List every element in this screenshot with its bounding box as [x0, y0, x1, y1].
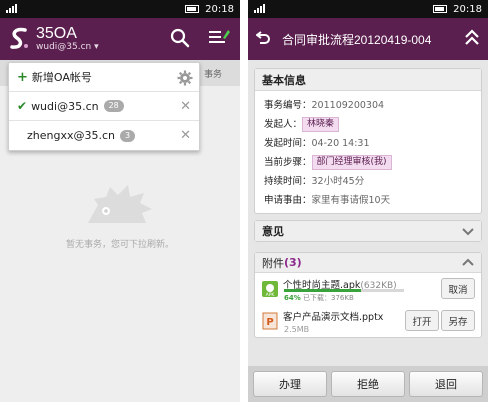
- unread-count-badge: 3: [120, 129, 136, 142]
- status-bar: 20:18: [248, 0, 488, 18]
- info-row: 发起时间： 04-20 14:31: [264, 134, 472, 153]
- pptx-file-icon: P: [261, 312, 279, 330]
- info-value: 201109200304: [311, 100, 385, 111]
- attachments-card: 附件 (3) APK 个性时尚主题.apk(632KB) 64% 已下载：376K…: [254, 252, 482, 338]
- close-icon[interactable]: ✕: [180, 99, 191, 114]
- signal-icon: [6, 4, 17, 13]
- attachment-filename: 客户产品演示文档.pptx: [283, 312, 384, 323]
- current-account: wudi@35.cn: [36, 41, 92, 52]
- apk-file-icon: APK: [261, 280, 279, 298]
- info-label: 发起时间：: [264, 138, 312, 149]
- account-switcher[interactable]: 35OA wudi@35.cn ▾: [36, 25, 99, 52]
- cancel-download-button[interactable]: 取消: [441, 278, 475, 299]
- chevron-up-icon[interactable]: [462, 258, 474, 271]
- chevron-down-icon[interactable]: [462, 226, 474, 239]
- account-email: zhengxx@35.cn: [27, 129, 115, 142]
- basic-info-heading: 基本信息: [255, 69, 481, 91]
- battery-icon: [185, 5, 200, 13]
- progress-percent: 64%: [284, 294, 301, 302]
- opinion-heading: 意见: [262, 225, 284, 238]
- info-label: 发起人：: [264, 119, 303, 130]
- app-header: 35OA wudi@35.cn ▾: [0, 18, 240, 60]
- info-value: 32小时45分: [311, 176, 365, 187]
- status-time: 20:18: [453, 3, 482, 15]
- info-label: 事务编号：: [264, 100, 312, 111]
- info-label: 持续时间：: [264, 176, 312, 187]
- add-account-item[interactable]: + 新增OA帐号: [9, 63, 199, 92]
- collapse-all-icon[interactable]: [464, 29, 480, 51]
- initiator-tag[interactable]: 林晓秦: [302, 117, 340, 132]
- screenshot-root: 20:18 35OA wudi@35.cn ▾ 事务 暂无事务，您可下拉刷新。 …: [0, 0, 488, 402]
- left-screen: 20:18 35OA wudi@35.cn ▾ 事务 暂无事务，您可下拉刷新。 …: [0, 0, 240, 402]
- download-progress-text: 64% 已下载：376KB: [284, 293, 354, 303]
- account-dropdown: + 新增OA帐号 ✔ wudi@35.cn 28 ✕ zhengxx@35.cn…: [8, 62, 200, 151]
- open-button[interactable]: 打开: [405, 310, 439, 331]
- attachment-size: 2.5MB: [284, 325, 310, 334]
- attachment-item[interactable]: P 客户产品演示文档.pptx 2.5MB 打开 另存: [255, 305, 481, 337]
- info-label: 申请事由：: [264, 195, 312, 206]
- close-icon[interactable]: ✕: [180, 128, 191, 143]
- info-label: 当前步骤：: [264, 157, 312, 168]
- info-row: 持续时间： 32小时45分: [264, 172, 472, 191]
- add-account-label: 新增OA帐号: [31, 71, 92, 84]
- back-arrow-icon[interactable]: [255, 30, 270, 48]
- page-title: 合同审批流程20120419-004: [282, 32, 432, 47]
- opinion-heading-row: 意见: [255, 221, 481, 241]
- attachments-heading: 附件: [262, 256, 284, 270]
- right-screen: 20:18 合同审批流程20120419-004 基本信息 事务编号： 20110…: [248, 0, 488, 402]
- info-value: 家里有事请假10天: [311, 195, 391, 206]
- download-progress-fill: [284, 289, 361, 292]
- unread-count-badge: 28: [103, 100, 124, 112]
- return-button[interactable]: 退回: [409, 371, 483, 397]
- downloaded-amount: 已下载：376KB: [303, 294, 354, 302]
- info-value: 04-20 14:31: [311, 138, 370, 149]
- status-bar: 20:18: [0, 0, 240, 18]
- account-item[interactable]: ✔ wudi@35.cn 28 ✕: [9, 92, 199, 121]
- reject-button[interactable]: 拒绝: [331, 371, 405, 397]
- signal-icon: [254, 4, 265, 13]
- attachment-item[interactable]: APK 个性时尚主题.apk(632KB) 64% 已下载：376KB 取消: [255, 273, 481, 305]
- empty-state-text: 暂无事务，您可下拉刷新。: [65, 240, 174, 250]
- plus-icon: +: [17, 69, 28, 85]
- attachments-heading-row: 附件 (3): [255, 253, 481, 273]
- account-item[interactable]: zhengxx@35.cn 3 ✕: [9, 121, 199, 150]
- account-email: wudi@35.cn: [31, 99, 99, 113]
- detail-header: 合同审批流程20120419-004: [248, 18, 488, 60]
- info-row: 事务编号： 201109200304: [264, 96, 472, 115]
- attachments-count: (3): [284, 256, 302, 269]
- battery-icon: [433, 5, 448, 13]
- chevron-down-icon: ▾: [94, 41, 99, 52]
- status-time: 20:18: [205, 3, 234, 15]
- svg-text:P: P: [266, 317, 273, 328]
- info-row: 当前步骤： 部门经理审核(我): [264, 153, 472, 172]
- compose-icon[interactable]: [208, 28, 230, 52]
- checkmark-icon: ✔: [17, 99, 28, 113]
- opinion-card[interactable]: 意见: [254, 220, 482, 242]
- action-bar: 办理 拒绝 退回: [248, 366, 488, 402]
- current-step-tag[interactable]: 部门经理审核(我): [311, 155, 392, 170]
- basic-info-card: 基本信息 事务编号： 201109200304 发起人： 林晓秦 发起时间： 04-2…: [254, 68, 482, 214]
- info-row: 发起人： 林晓秦: [264, 115, 472, 134]
- gear-icon[interactable]: [177, 70, 193, 89]
- tab-affairs[interactable]: 事务: [204, 67, 222, 80]
- svg-text:APK: APK: [266, 292, 276, 298]
- app-title: 35OA: [36, 25, 77, 43]
- download-progress-bar: [284, 289, 404, 292]
- app-logo-icon: [6, 26, 32, 52]
- save-as-button[interactable]: 另存: [441, 310, 475, 331]
- empty-state-hedgehog-icon: [84, 183, 154, 233]
- handle-button[interactable]: 办理: [253, 371, 327, 397]
- info-row: 申请事由： 家里有事请假10天: [264, 191, 472, 210]
- search-icon[interactable]: [170, 28, 190, 52]
